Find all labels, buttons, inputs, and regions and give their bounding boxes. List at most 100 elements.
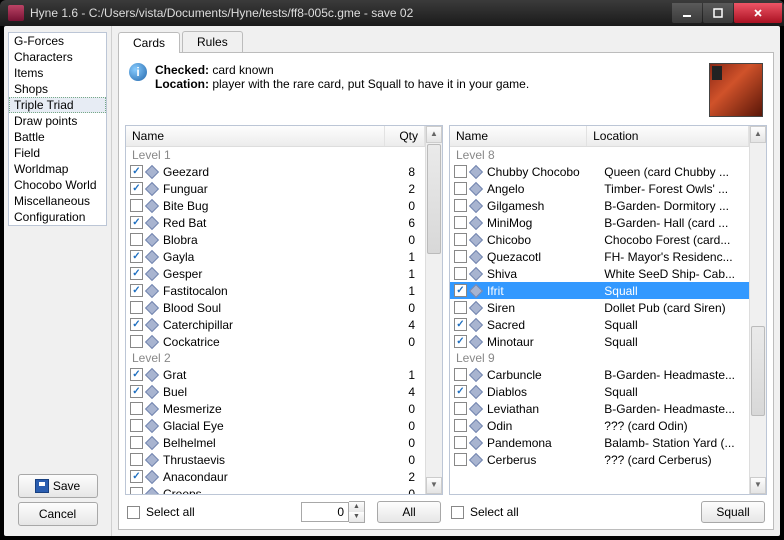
row-checkbox[interactable] (130, 419, 143, 432)
sidebar-item-g-forces[interactable]: G-Forces (9, 33, 106, 49)
list-row[interactable]: GilgameshB-Garden- Dormitory ... (450, 197, 749, 214)
list-row[interactable]: SacredSquall (450, 316, 749, 333)
row-checkbox[interactable] (454, 385, 467, 398)
scroll-down-icon[interactable]: ▼ (426, 477, 442, 494)
row-checkbox[interactable] (130, 267, 143, 280)
sidebar-item-characters[interactable]: Characters (9, 49, 106, 65)
row-checkbox[interactable] (454, 199, 467, 212)
list-row[interactable]: Bite Bug0 (126, 197, 425, 214)
list-row[interactable]: PandemonaBalamb- Station Yard (... (450, 434, 749, 451)
row-checkbox[interactable] (130, 368, 143, 381)
row-checkbox[interactable] (130, 318, 143, 331)
right-scrollbar[interactable]: ▲ ▼ (749, 126, 766, 494)
list-row[interactable]: Gayla1 (126, 248, 425, 265)
list-row[interactable]: Red Bat6 (126, 214, 425, 231)
sidebar-item-triple-triad[interactable]: Triple Triad (9, 97, 106, 113)
sidebar-item-draw-points[interactable]: Draw points (9, 113, 106, 129)
row-checkbox[interactable] (454, 402, 467, 415)
list-row[interactable]: Blood Soul0 (126, 299, 425, 316)
row-checkbox[interactable] (130, 436, 143, 449)
list-row[interactable]: Odin??? (card Odin) (450, 417, 749, 434)
sidebar-list[interactable]: G-ForcesCharactersItemsShopsTriple Triad… (8, 32, 107, 226)
list-row[interactable]: Caterchipillar4 (126, 316, 425, 333)
list-row[interactable]: Anacondaur2 (126, 468, 425, 485)
sidebar-item-battle[interactable]: Battle (9, 129, 106, 145)
row-checkbox[interactable] (454, 419, 467, 432)
select-all-checkbox[interactable] (451, 506, 464, 519)
select-all-checkbox[interactable] (127, 506, 140, 519)
spin-down-icon[interactable]: ▼ (349, 512, 364, 522)
qty-spinner[interactable]: ▲▼ (301, 501, 365, 523)
list-row[interactable]: LeviathanB-Garden- Headmaste... (450, 400, 749, 417)
list-row[interactable]: IfritSquall (450, 282, 749, 299)
list-row[interactable]: MinotaurSquall (450, 333, 749, 350)
all-button[interactable]: All (377, 501, 441, 523)
spin-up-icon[interactable]: ▲ (349, 502, 364, 512)
close-button[interactable] (734, 3, 782, 23)
row-checkbox[interactable] (130, 402, 143, 415)
row-checkbox[interactable] (130, 250, 143, 263)
row-checkbox[interactable] (130, 470, 143, 483)
list-row[interactable]: QuezacotlFH- Mayor's Residenc... (450, 248, 749, 265)
row-checkbox[interactable] (130, 182, 143, 195)
row-checkbox[interactable] (454, 436, 467, 449)
list-row[interactable]: Cockatrice0 (126, 333, 425, 350)
scroll-up-icon[interactable]: ▲ (426, 126, 442, 143)
right-list[interactable]: Name Location Level 8Chubby ChocoboQueen… (449, 125, 767, 495)
col-name[interactable]: Name (126, 126, 385, 146)
row-checkbox[interactable] (454, 453, 467, 466)
list-row[interactable]: Cerberus??? (card Cerberus) (450, 451, 749, 468)
list-row[interactable]: Mesmerize0 (126, 400, 425, 417)
row-checkbox[interactable] (454, 182, 467, 195)
list-row[interactable]: Geezard8 (126, 163, 425, 180)
row-checkbox[interactable] (454, 284, 467, 297)
save-button[interactable]: Save (18, 474, 98, 498)
cancel-button[interactable]: Cancel (18, 502, 98, 526)
qty-input[interactable] (301, 502, 349, 522)
row-checkbox[interactable] (454, 165, 467, 178)
row-checkbox[interactable] (454, 233, 467, 246)
maximize-button[interactable] (703, 3, 733, 23)
list-row[interactable]: Thrustaevis0 (126, 451, 425, 468)
scroll-thumb[interactable] (751, 326, 765, 416)
list-row[interactable]: Buel4 (126, 383, 425, 400)
row-checkbox[interactable] (130, 199, 143, 212)
list-row[interactable]: Chubby ChocoboQueen (card Chubby ... (450, 163, 749, 180)
row-checkbox[interactable] (130, 233, 143, 246)
list-row[interactable]: ChicoboChocobo Forest (card... (450, 231, 749, 248)
scroll-thumb[interactable] (427, 144, 441, 254)
tab-cards[interactable]: Cards (118, 32, 180, 53)
row-checkbox[interactable] (454, 301, 467, 314)
scroll-up-icon[interactable]: ▲ (750, 126, 766, 143)
row-checkbox[interactable] (454, 368, 467, 381)
left-scrollbar[interactable]: ▲ ▼ (425, 126, 442, 494)
row-checkbox[interactable] (454, 267, 467, 280)
sidebar-item-miscellaneous[interactable]: Miscellaneous (9, 193, 106, 209)
row-checkbox[interactable] (454, 250, 467, 263)
list-row[interactable]: CarbuncleB-Garden- Headmaste... (450, 366, 749, 383)
col-name[interactable]: Name (450, 126, 587, 146)
list-row[interactable]: AngeloTimber- Forest Owls' ... (450, 180, 749, 197)
row-checkbox[interactable] (130, 284, 143, 297)
row-checkbox[interactable] (130, 487, 143, 494)
row-checkbox[interactable] (454, 335, 467, 348)
list-row[interactable]: Glacial Eye0 (126, 417, 425, 434)
sidebar-item-worldmap[interactable]: Worldmap (9, 161, 106, 177)
row-checkbox[interactable] (130, 335, 143, 348)
row-checkbox[interactable] (454, 318, 467, 331)
col-qty[interactable]: Qty (385, 126, 425, 146)
list-row[interactable]: SirenDollet Pub (card Siren) (450, 299, 749, 316)
tab-rules[interactable]: Rules (182, 31, 243, 52)
sidebar-item-field[interactable]: Field (9, 145, 106, 161)
list-row[interactable]: DiablosSquall (450, 383, 749, 400)
col-location[interactable]: Location (587, 126, 749, 146)
sidebar-item-shops[interactable]: Shops (9, 81, 106, 97)
row-checkbox[interactable] (130, 453, 143, 466)
list-row[interactable]: Funguar2 (126, 180, 425, 197)
scroll-down-icon[interactable]: ▼ (750, 477, 766, 494)
list-row[interactable]: Creeps0 (126, 485, 425, 494)
minimize-button[interactable] (672, 3, 702, 23)
row-checkbox[interactable] (130, 216, 143, 229)
list-row[interactable]: MiniMogB-Garden- Hall (card ... (450, 214, 749, 231)
sidebar-item-configuration[interactable]: Configuration (9, 209, 106, 225)
